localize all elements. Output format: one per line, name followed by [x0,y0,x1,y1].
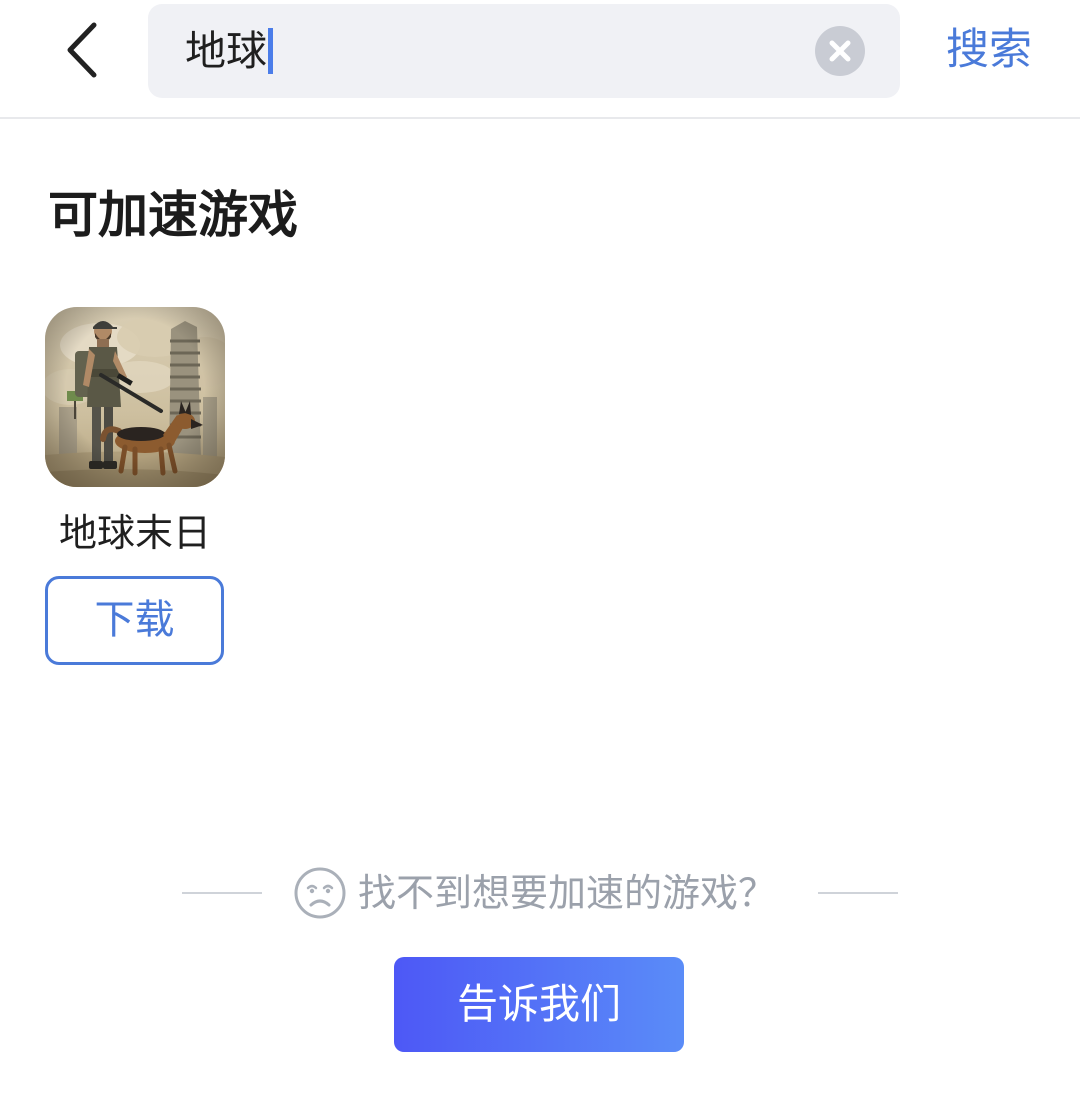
feedback-divider-right [818,892,898,894]
game-cover-image [45,307,225,487]
search-query: 地球 [185,28,267,74]
game-cover[interactable] [45,307,225,487]
clear-search-button[interactable] [814,25,866,77]
search-input[interactable]: 地球 [148,4,900,98]
chevron-left-icon [67,22,97,78]
clear-circle-icon [815,26,865,76]
game-name: 地球末日 [58,513,211,555]
sad-face-icon [293,866,347,920]
header-divider [0,117,1080,119]
feedback-divider-left [182,892,262,894]
feedback-prompt: 找不到想要加速的游戏？ [358,873,777,915]
text-caret [268,28,273,75]
search-button[interactable]: 搜索 [940,22,1038,78]
download-button[interactable]: 下载 [45,576,224,665]
section-title: 可加速游戏 [48,187,298,243]
tell-us-button[interactable]: 告诉我们 [394,957,684,1052]
search-input-text: 地球 [185,4,273,98]
back-button[interactable] [58,20,102,80]
